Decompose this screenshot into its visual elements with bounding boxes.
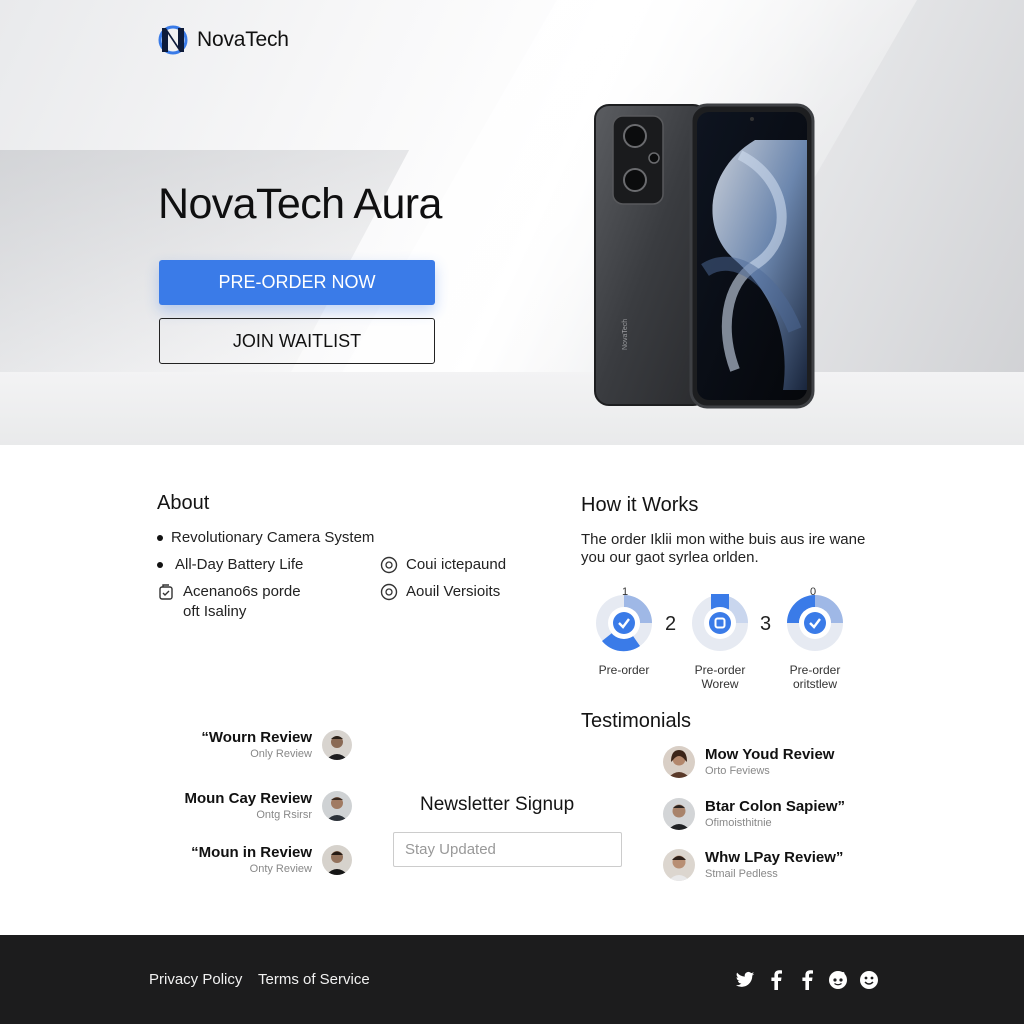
about-heading: About [157,492,210,514]
reddit-icon[interactable] [827,969,848,990]
newsletter-heading: Newsletter Signup [420,794,575,815]
phone-product-image: NovaTech [594,103,815,409]
circle-icon [380,583,398,601]
feature-item: Revolutionary Camera System [157,528,374,548]
step-1: Pre-order [579,594,669,677]
avatar [322,730,352,760]
pre-order-button[interactable]: PRE-ORDER NOW [159,260,435,305]
svg-text:NovaTech: NovaTech [622,319,629,350]
hero-title: NovaTech Aura [158,180,442,228]
smile-icon[interactable] [858,969,879,990]
step-3: Pre-order oritstlew [770,594,860,691]
facebook-icon[interactable] [765,969,786,990]
brand-name: NovaTech [197,28,289,51]
terms-of-service-link[interactable]: Terms of Service [258,971,370,988]
how-it-works-heading: How it Works [581,494,699,516]
check-icon [787,595,843,651]
bullet-icon [157,535,163,541]
how-it-works-text: The order Iklii mon withe buis aus ire w… [581,531,866,566]
avatar [663,849,695,881]
brand-logo[interactable]: NovaTech [158,24,289,56]
step-2: Pre-order Worew [675,586,765,691]
twitter-icon[interactable] [734,969,755,990]
novatech-logo-icon [158,25,188,55]
box-icon [159,584,173,600]
feature-item: All-Day Battery Life [157,555,303,575]
avatar [663,746,695,778]
check-icon [596,595,652,652]
testimonials-heading: Testimonials [581,710,692,732]
join-waitlist-button[interactable]: JOIN WAITLIST [159,318,435,364]
review-item: Moun Cay Review Ontg Rsirsr [180,790,352,822]
bullet-icon [157,562,163,568]
device-icon [692,586,748,651]
privacy-policy-link[interactable]: Privacy Policy [149,971,242,988]
social-links [734,969,879,990]
hero-section: NovaTech NovaTech Aura PRE-ORDER NOW JOI… [0,0,1024,445]
facebook-icon[interactable] [796,969,817,990]
avatar [663,798,695,830]
avatar [322,845,352,875]
avatar [322,791,352,821]
review-item: “Wourn Review Only Review [180,729,352,761]
feature-item: Acenano6s porde oft Isaliny [157,582,301,622]
feature-item: Aouil Versioits [380,582,500,602]
newsletter-email-input[interactable] [393,832,622,867]
testimonial-item: Mow Youd Review Orto Feviews [663,746,834,778]
testimonial-item: Btar Colon Sapiew” Ofimoisthitnie [663,798,845,830]
review-item: “Moun in Review Onty Review [180,844,352,876]
feature-item: Coui ictepaund [380,555,506,575]
testimonial-item: Whw LPay Review” Stmail Pedless [663,849,843,881]
circle-icon [380,556,398,574]
